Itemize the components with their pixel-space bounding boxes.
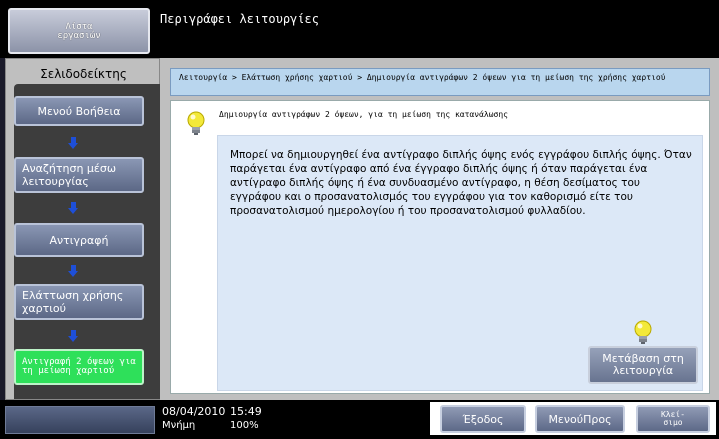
- step-label: Αντιγραφή: [49, 233, 109, 247]
- exit-button[interactable]: Έξοδος: [440, 405, 526, 433]
- job-list-button[interactable]: Λίστα εργασιών: [8, 8, 150, 54]
- time-text: 15:49: [230, 405, 262, 418]
- content-area: Δημιουργία αντιγράφων 2 όψεων, για τη με…: [170, 100, 710, 394]
- top-bar: Λίστα εργασιών Περιγράφει λειτουργίες: [0, 0, 719, 58]
- description-text: Μπορεί να δημιουργηθεί ένα αντίγραφο διπ…: [230, 149, 692, 217]
- step-label: Αντιγραφή 2 όψεων για τη μείωση χαρτιού: [22, 357, 136, 376]
- step-reduce-paper[interactable]: Ελάττωση χρήσης χαρτιού: [14, 284, 144, 320]
- memory-label: Μνήμη: [162, 420, 196, 431]
- memory-value: 100%: [230, 420, 259, 431]
- step-label: Μενού Βοήθεια: [37, 104, 121, 118]
- breadcrumb: Λειτουργία > Ελάττωση χρήσης χαρτιού > Δ…: [170, 68, 710, 96]
- bookmark-title: Σελιδοδείκτης: [40, 67, 127, 81]
- lightbulb-icon: [634, 320, 652, 344]
- bottom-bar: 08/04/2010 15:49 Μνήμη 100% Έξοδος Μενού…: [0, 400, 719, 439]
- status-panel: [5, 406, 155, 434]
- section-subtitle: Δημιουργία αντιγράφων 2 όψεων, για τη με…: [219, 110, 508, 119]
- close-button[interactable]: Κλεί- σιμο: [636, 405, 710, 433]
- main-panel: Λειτουργία > Ελάττωση χρήσης χαρτιού > Δ…: [160, 58, 719, 400]
- step-label: Αναζήτηση μέσω λειτουργίας: [22, 162, 117, 188]
- menu-button[interactable]: ΜενούΠρος: [535, 405, 625, 433]
- step-copy[interactable]: Αντιγραφή: [14, 223, 144, 257]
- description-box: Μπορεί να δημιουργηθεί ένα αντίγραφο διπ…: [217, 135, 703, 391]
- bookmark-panel: Σελιδοδείκτης Μενού Βοήθεια Αναζήτηση μέ…: [5, 58, 160, 400]
- step-duplex-copy-active[interactable]: Αντιγραφή 2 όψεων για τη μείωση χαρτιού: [14, 349, 144, 385]
- go-to-function-button[interactable]: Μετάβαση στη λειτουργία: [588, 346, 698, 384]
- bottom-button-group: Έξοδος ΜενούΠρος Κλεί- σιμο: [430, 402, 716, 435]
- step-help-menu[interactable]: Μενού Βοήθεια: [14, 96, 144, 126]
- screen-title: Περιγράφει λειτουργίες: [160, 12, 319, 26]
- lightbulb-icon: [187, 111, 205, 135]
- date-text: 08/04/2010: [162, 405, 226, 418]
- step-label: Ελάττωση χρήσης χαρτιού: [22, 289, 124, 315]
- step-search-by-function[interactable]: Αναζήτηση μέσω λειτουργίας: [14, 157, 144, 193]
